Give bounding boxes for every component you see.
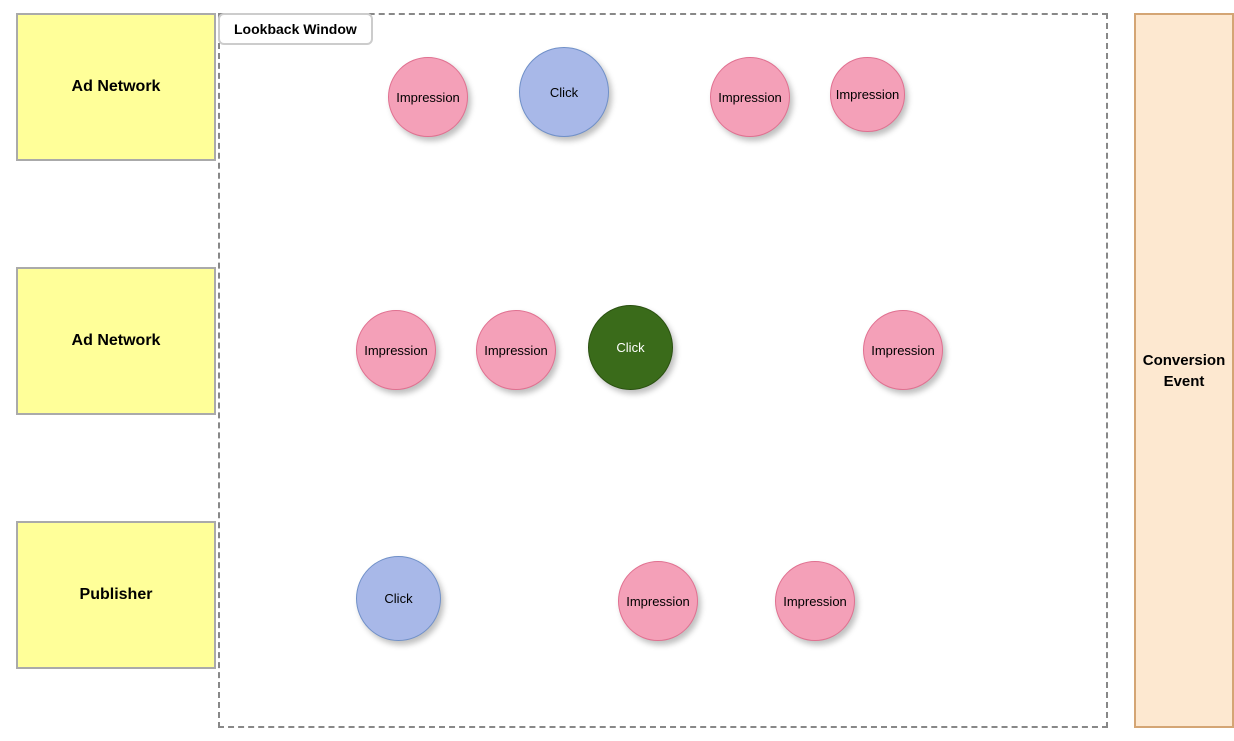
circle-c4: Impression <box>830 57 905 132</box>
circle-c2: Click <box>519 47 609 137</box>
circle-c8: Impression <box>863 310 943 390</box>
conversion-event-box: ConversionEvent <box>1134 13 1234 728</box>
circle-c3: Impression <box>710 57 790 137</box>
conversion-event-label: ConversionEvent <box>1143 350 1226 392</box>
lookback-window-label: Lookback Window <box>218 13 373 45</box>
circle-c1: Impression <box>388 57 468 137</box>
circle-c7: Click <box>588 305 673 390</box>
entity-ad-network-1: Ad Network <box>16 13 216 161</box>
circle-c9: Click <box>356 556 441 641</box>
circle-c10: Impression <box>618 561 698 641</box>
canvas: Ad Network Ad Network Publisher Lookback… <box>0 0 1234 741</box>
entity-publisher: Publisher <box>16 521 216 669</box>
entity-ad-network-2: Ad Network <box>16 267 216 415</box>
circle-c5: Impression <box>356 310 436 390</box>
circle-c6: Impression <box>476 310 556 390</box>
circle-c11: Impression <box>775 561 855 641</box>
